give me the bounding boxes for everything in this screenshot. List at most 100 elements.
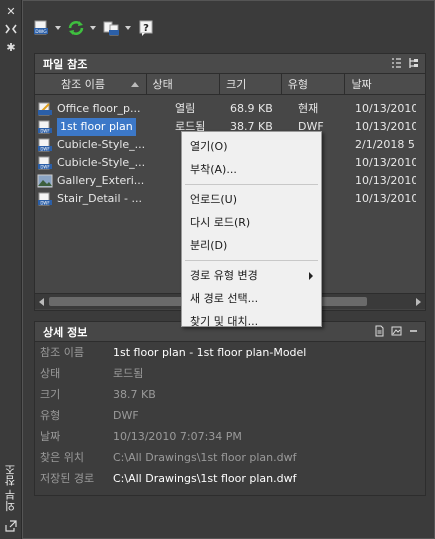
- detail-label: 날짜: [40, 430, 61, 443]
- detail-row: 날짜 10/13/2010 7:07:34 PM: [35, 426, 425, 447]
- svg-text:DWF: DWF: [40, 164, 50, 169]
- detail-value: C:\All Drawings\1st floor plan.dwf: [113, 451, 297, 464]
- dwf-icon: DWF: [38, 156, 52, 170]
- details-panel: 상세 정보 참조 이름 1st floor plan - 1st floor pl…: [34, 321, 426, 496]
- menu-item-label: 분리(D): [190, 239, 228, 252]
- tree-view-icon[interactable]: [408, 57, 419, 69]
- menu-item-label: 열기(O): [190, 140, 228, 153]
- detail-row: 유형 DWF: [35, 405, 425, 426]
- menu-item[interactable]: 새 경로 선택...: [182, 287, 321, 310]
- menu-item[interactable]: 분리(D): [182, 234, 321, 257]
- cell-date: 10/13/2010 7: [355, 120, 416, 133]
- change-path-icon: [103, 21, 119, 36]
- reference-name-text: Cubicle-Style_...: [57, 156, 145, 169]
- detail-label: 상태: [40, 367, 61, 380]
- dwf-icon: DWF: [38, 192, 52, 206]
- menu-item-label: 부착(A)...: [190, 163, 237, 176]
- table-row[interactable]: Office floor_p... 열림 68.9 KB 현재 10/13/2010 7: [35, 100, 425, 118]
- menu-item[interactable]: 경로 유형 변경: [182, 264, 321, 287]
- preview-view-icon[interactable]: [391, 325, 402, 337]
- column-date[interactable]: 날짜: [345, 74, 425, 95]
- column-reference-name[interactable]: 참조 이름: [35, 74, 147, 95]
- attach-dropdown-caret[interactable]: [55, 26, 61, 30]
- detail-value: 38.7 KB: [113, 388, 156, 401]
- detail-row: 상태 로드됨: [35, 363, 425, 384]
- detail-row: 저장된 경로 C:\All Drawings\1st floor plan.dwf: [35, 468, 425, 489]
- menu-item[interactable]: 찾기 및 대치...: [182, 310, 321, 333]
- reference-name-text: Stair_Detail - ...: [57, 192, 142, 205]
- dwf-icon: DWF: [38, 120, 52, 134]
- menu-item[interactable]: 다시 로드(R): [182, 211, 321, 234]
- auto-hide-icon[interactable]: [4, 24, 18, 36]
- context-menu: 열기(O) 부착(A)... 언로드(U) 다시 로드(R) 분리(D) 경로 유형 변경…: [181, 131, 322, 328]
- menu-item-label: 새 경로 선택...: [190, 292, 259, 305]
- cell-size: 68.9 KB: [230, 102, 273, 115]
- refresh-icon: [68, 21, 84, 35]
- menu-separator: [185, 184, 318, 185]
- detail-value: 10/13/2010 7:07:34 PM: [113, 430, 242, 443]
- cell-date: 10/13/2010 7: [355, 174, 416, 187]
- detail-value: 1st floor plan - 1st floor plan-Model: [113, 346, 307, 359]
- detail-row: 크기 38.7 KB: [35, 384, 425, 405]
- cell-status: 열림: [175, 102, 196, 115]
- help-button[interactable]: ?: [137, 17, 155, 39]
- menu-item[interactable]: 부착(A)...: [182, 158, 321, 181]
- detail-value: C:\All Drawings\1st floor plan.dwf: [113, 472, 297, 485]
- sort-ascending-icon: [130, 82, 139, 87]
- dwf-icon: DWF: [38, 138, 52, 152]
- details-title: 상세 정보: [43, 325, 88, 339]
- file-references-title: 파일 참조: [43, 57, 88, 71]
- palette-title-strip: ✕ ✱ 외부 참조: [0, 0, 22, 539]
- svg-text:?: ?: [143, 23, 149, 34]
- refresh-dropdown-caret[interactable]: [90, 26, 96, 30]
- detail-label: 유형: [40, 409, 61, 422]
- image-icon: [37, 174, 53, 188]
- reference-name-text: Cubicle-Style_...: [57, 138, 145, 151]
- svg-text:DWF: DWF: [40, 128, 50, 133]
- submenu-arrow-icon: [309, 272, 313, 280]
- menu-item-label: 언로드(U): [190, 193, 237, 206]
- column-headers: 참조 이름 상태 크기 유형 날짜: [35, 74, 425, 95]
- toolbar: DWG ?: [32, 15, 155, 41]
- cell-reference-name: DWF Stair_Detail - ...: [35, 190, 145, 208]
- menu-item[interactable]: 열기(O): [182, 135, 321, 158]
- list-view-icon[interactable]: [391, 57, 402, 69]
- cell-reference-name: DWF Cubicle-Style_...: [35, 136, 145, 154]
- column-type[interactable]: 유형: [282, 74, 346, 95]
- detail-row: 참조 이름 1st floor plan - 1st floor plan-Mod…: [35, 342, 425, 363]
- detail-label: 크기: [40, 388, 61, 401]
- svg-text:DWF: DWF: [40, 200, 50, 205]
- collapse-icon[interactable]: [408, 325, 419, 337]
- scroll-right-icon[interactable]: [416, 298, 421, 306]
- cell-type: 현재: [298, 102, 319, 115]
- change-path-button[interactable]: [102, 17, 131, 39]
- detail-label: 저장된 경로: [40, 472, 95, 485]
- svg-text:DWF: DWF: [40, 146, 50, 151]
- reference-name-text: Gallery_Exteri...: [57, 174, 145, 187]
- scroll-left-icon[interactable]: [39, 298, 44, 306]
- menu-separator: [185, 260, 318, 261]
- menu-item[interactable]: 언로드(U): [182, 188, 321, 211]
- detail-label: 참조 이름: [40, 346, 84, 359]
- column-size[interactable]: 크기: [220, 74, 282, 95]
- menu-item-label: 다시 로드(R): [190, 216, 251, 229]
- cell-date: 2/1/2018 5:0(: [355, 138, 416, 151]
- properties-icon[interactable]: ✱: [4, 42, 18, 54]
- cell-reference-name: DWF 1st floor plan: [35, 118, 145, 136]
- file-references-header: 파일 참조: [35, 54, 425, 74]
- cell-reference-name: DWF Cubicle-Style_...: [35, 154, 145, 172]
- detail-row: 찾은 위치 C:\All Drawings\1st floor plan.dwf: [35, 447, 425, 468]
- close-icon[interactable]: ✕: [4, 6, 18, 18]
- cell-date: 10/13/2010 7: [355, 102, 416, 115]
- change-path-dropdown-caret[interactable]: [125, 26, 131, 30]
- attach-dwg-button[interactable]: DWG: [32, 17, 61, 39]
- refresh-button[interactable]: [67, 17, 96, 39]
- reference-name-text: Office floor_p...: [57, 102, 141, 115]
- cell-date: 10/13/2010 7: [355, 192, 416, 205]
- column-status[interactable]: 상태: [147, 74, 221, 95]
- help-icon: ?: [139, 20, 153, 36]
- detail-value: DWF: [113, 409, 139, 422]
- reference-name-text: 1st floor plan: [57, 118, 136, 136]
- details-view-icon[interactable]: [374, 325, 385, 337]
- dwg-icon: [38, 102, 52, 116]
